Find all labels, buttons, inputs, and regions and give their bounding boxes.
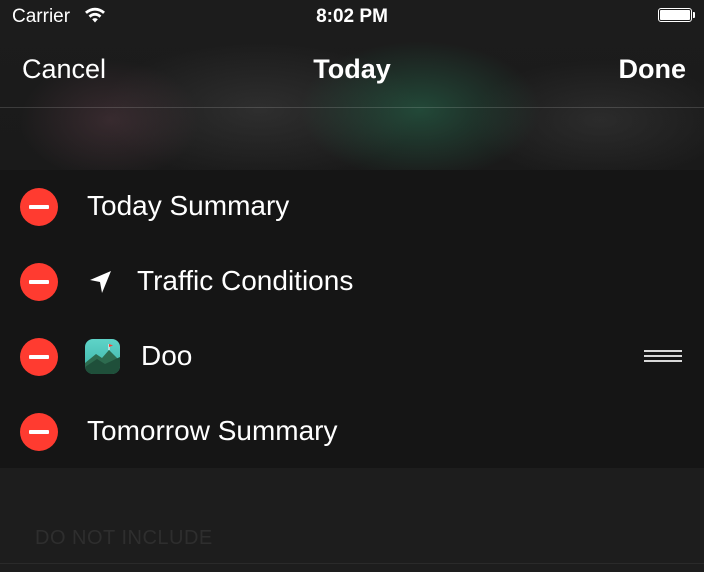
status-bar: Carrier 8:02 PM xyxy=(0,0,704,34)
today-edit-screen: Carrier 8:02 PM Cancel Today Done Today … xyxy=(0,0,704,572)
remove-widget-button[interactable] xyxy=(20,338,58,376)
page-title: Today xyxy=(313,54,391,84)
status-time: 8:02 PM xyxy=(316,6,388,27)
widget-label: Tomorrow Summary xyxy=(87,415,338,446)
doo-app-icon xyxy=(85,339,120,374)
included-widgets-list: Today Summary Traffic Conditions Doo Tom… xyxy=(0,170,704,468)
widget-row-tomorrow-summary: Tomorrow Summary xyxy=(0,395,704,470)
navigation-bar: Cancel Today Done xyxy=(0,36,704,108)
divider xyxy=(0,563,704,564)
battery-full-icon xyxy=(658,8,696,24)
do-not-include-section: DO NOT INCLUDE xyxy=(0,468,704,572)
widget-label: Doo xyxy=(141,340,193,371)
done-button[interactable]: Done xyxy=(619,54,687,85)
remove-widget-button[interactable] xyxy=(20,413,58,451)
location-arrow-icon xyxy=(90,271,111,293)
remove-widget-button[interactable] xyxy=(20,263,58,301)
widget-label: Traffic Conditions xyxy=(137,265,354,296)
widget-label: Today Summary xyxy=(87,190,290,221)
widget-row-traffic-conditions: Traffic Conditions xyxy=(0,245,704,320)
widget-row-doo: Doo xyxy=(0,320,704,395)
reorder-handle-icon[interactable] xyxy=(644,350,682,364)
section-header: DO NOT INCLUDE xyxy=(35,527,213,549)
widget-row-today-summary: Today Summary xyxy=(0,170,704,245)
remove-widget-button[interactable] xyxy=(20,188,58,226)
